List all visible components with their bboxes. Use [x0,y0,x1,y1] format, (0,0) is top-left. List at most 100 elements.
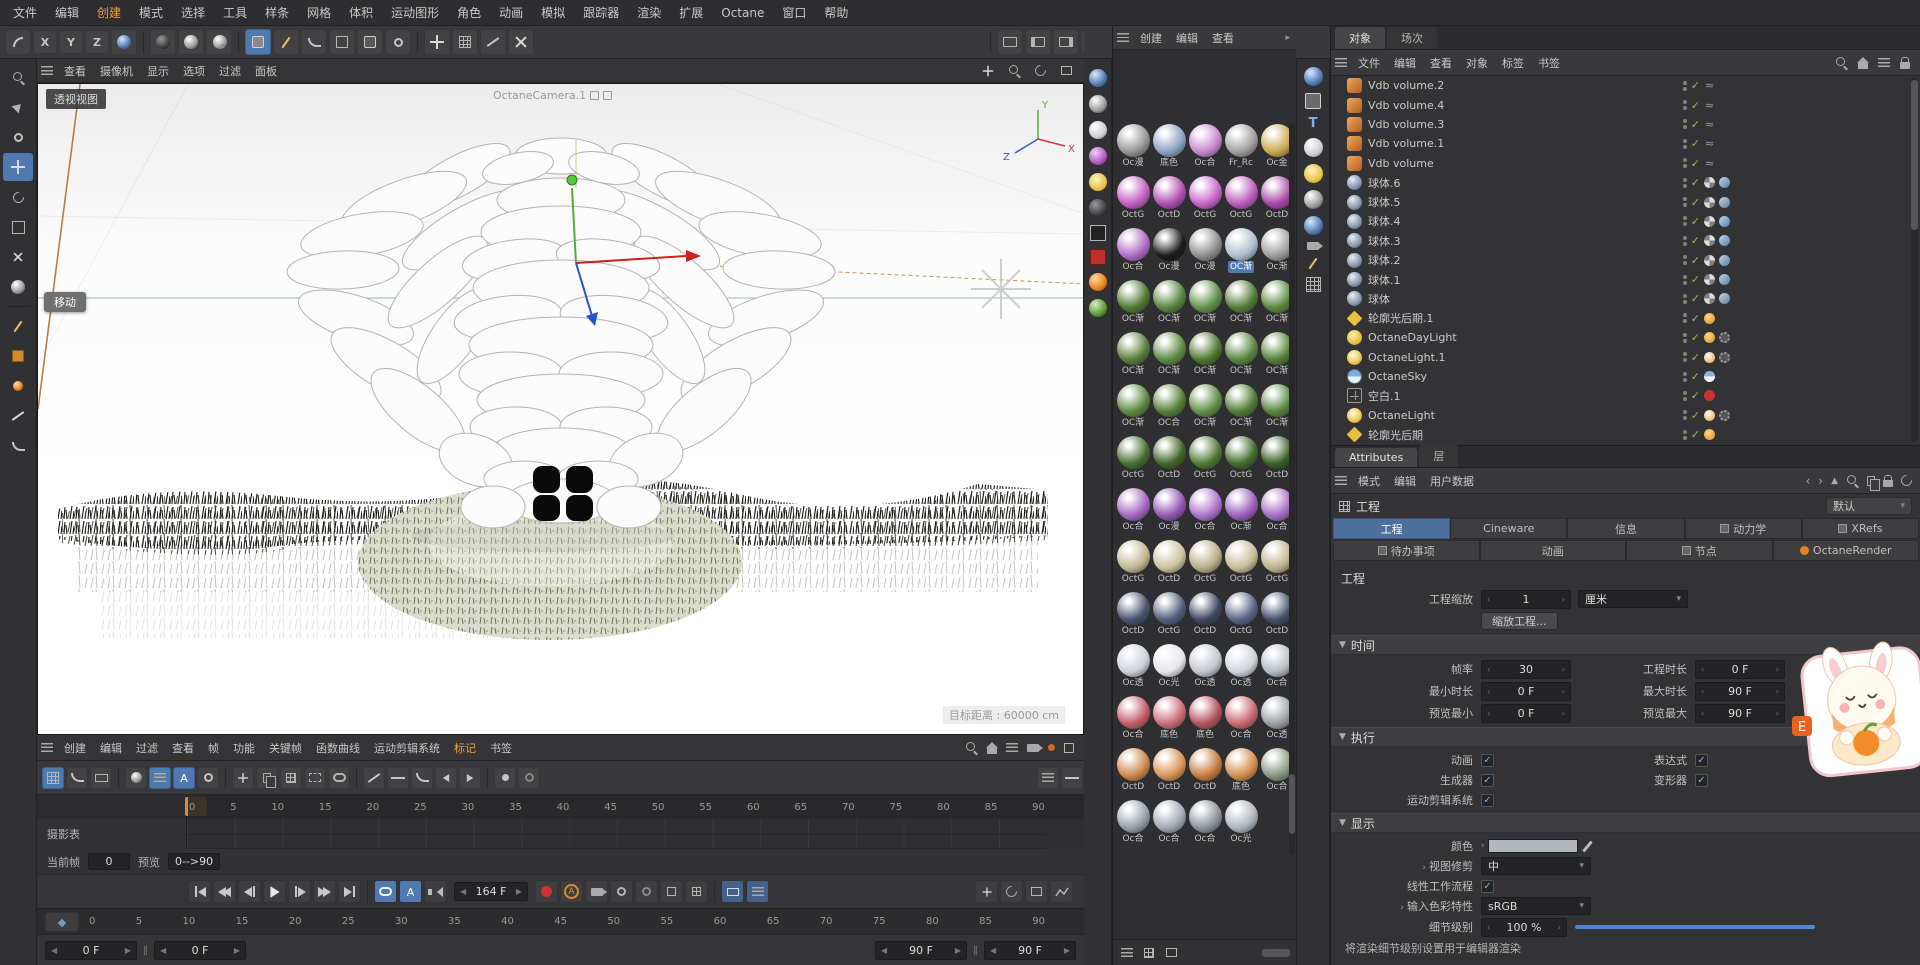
material-sphere[interactable] [1225,748,1258,781]
snap-keys-icon[interactable] [975,880,998,903]
object-name[interactable]: Vdb volume.4 [1368,99,1444,112]
menu-item[interactable]: 动画 [490,4,532,21]
om-menu-item[interactable]: 文件 [1351,55,1387,71]
select-tool-icon[interactable] [3,93,33,121]
duration-field[interactable]: ‹0 F› [1695,660,1785,679]
material-swatch[interactable]: OctG [1115,176,1151,224]
visibility-dots[interactable] [1683,333,1687,343]
deform-checkbox[interactable]: ✓ [1695,774,1708,787]
material-sphere[interactable] [1225,644,1258,677]
om-menu-item[interactable]: 编辑 [1387,55,1423,71]
timeline-ruler-icon[interactable] [1061,767,1083,789]
object-tag-2[interactable] [1719,352,1730,363]
preview-range-value[interactable]: 0-->90 [168,853,220,870]
hdri-object-icon[interactable] [1304,190,1323,209]
fit-view-icon[interactable] [1025,880,1048,903]
enable-check-icon[interactable]: ✓ [1691,235,1700,246]
sketch-tool-icon[interactable] [3,342,33,370]
enable-check-icon[interactable]: ✓ [1691,255,1700,266]
lod-slider[interactable] [1575,925,1815,929]
material-swatch[interactable]: OctD [1187,592,1223,640]
material-menu-more-icon[interactable]: ▸ [1285,33,1296,43]
material-swatch[interactable]: OC渐 [1115,332,1151,380]
visibility-dots[interactable] [1683,410,1687,420]
enable-check-icon[interactable]: ✓ [1691,332,1700,343]
material-sphere[interactable] [1117,332,1150,365]
material-swatch[interactable]: OC渐 [1223,280,1259,328]
object-tag-2[interactable] [1719,100,1730,111]
om-scrollbar[interactable] [1911,78,1918,442]
material-sphere[interactable] [1153,280,1186,313]
object-tag-1[interactable] [1704,352,1715,363]
material-menu-item[interactable]: 查看 [1205,30,1241,46]
viewport-menu-icon[interactable] [38,62,56,80]
material-swatch[interactable]: Oc合 [1187,800,1223,848]
material-swatch[interactable]: OC渐 [1223,384,1259,432]
diffuse-material-icon[interactable] [1089,95,1107,113]
object-tag-1[interactable] [1704,119,1715,130]
history-forward-icon[interactable]: › [1818,474,1823,488]
material-sphere[interactable] [1117,540,1150,573]
material-sphere[interactable] [1153,592,1186,625]
rotate-tool-icon[interactable] [3,183,33,211]
attribute-panel-tab[interactable]: 层 [1419,445,1458,467]
object-row[interactable]: 球体.1 ✓ [1331,270,1920,289]
attribute-tab[interactable]: 动力学 [1685,518,1802,539]
material-sphere[interactable] [1153,228,1186,261]
om-menu-item[interactable]: 对象 [1459,55,1495,71]
coordinate-system-button[interactable] [111,29,137,55]
menu-item[interactable]: 窗口 [773,4,815,21]
viewport-menu-item[interactable]: 选项 [176,63,212,79]
render-picture-viewer-button[interactable] [178,29,204,55]
camera-object-icon[interactable] [1307,242,1319,250]
viewport-menu-item[interactable]: 摄像机 [93,63,140,79]
keyframe-camera-button[interactable] [585,880,608,903]
object-row[interactable]: OctaneDayLight ✓ [1331,328,1920,347]
material-menu-item[interactable]: 编辑 [1169,30,1205,46]
material-sphere[interactable] [1189,696,1222,729]
dopesheet-view-icon[interactable] [42,767,64,789]
timeline-expand-icon[interactable] [1064,743,1074,753]
material-sphere[interactable] [1153,540,1186,573]
object-name[interactable]: Vdb volume.2 [1368,79,1444,92]
fcurve-view-icon[interactable] [66,767,88,789]
axis-lock-button[interactable]: Y [59,30,83,54]
camera-label[interactable]: OctaneCamera.1 [493,89,612,102]
pen-tool-icon[interactable] [3,312,33,340]
material-hscroll[interactable] [1262,949,1290,957]
timeline-record-icon[interactable] [1048,744,1055,751]
visibility-dots[interactable] [1683,255,1687,265]
object-row[interactable]: 轮廓光后期 ✓ [1331,425,1920,444]
attr-menu-item[interactable]: 编辑 [1387,473,1423,489]
clip-view-icon[interactable] [90,767,112,789]
visibility-dots[interactable] [1683,139,1687,149]
material-sphere[interactable] [1153,696,1186,729]
material-swatch[interactable]: Oc合 [1115,696,1151,744]
material-sphere[interactable] [1153,384,1186,417]
visibility-dots[interactable] [1683,119,1687,129]
enable-check-icon[interactable]: ✓ [1691,293,1700,304]
parent-up-icon[interactable]: ▲ [1831,476,1838,486]
object-tag-1[interactable] [1704,235,1715,246]
timeline-menu-item[interactable]: 标记 [447,740,483,756]
timeline-menu-item[interactable]: 编辑 [93,740,129,756]
material-swatch[interactable]: Oc漫 [1151,228,1187,276]
object-name[interactable]: OctaneLight.1 [1368,351,1445,364]
object-tag-2[interactable] [1719,216,1730,227]
material-swatch[interactable]: OC渐 [1187,280,1223,328]
material-sphere[interactable] [1153,644,1186,677]
object-tag-1[interactable] [1704,100,1715,111]
view-label[interactable]: 透视视图 [46,89,106,109]
menu-item[interactable]: 工具 [214,4,256,21]
material-sphere[interactable] [1189,592,1222,625]
attribute-tab[interactable]: 工程 [1333,518,1450,539]
layout-panel-1-button[interactable] [997,29,1023,55]
object-tag-2[interactable] [1719,158,1730,169]
attr-menu-icon[interactable] [1332,472,1350,490]
object-row[interactable]: 球体 ✓ [1331,289,1920,308]
object-row[interactable]: 球体.4 ✓ [1331,212,1920,231]
material-swatch[interactable]: OC渐 [1187,332,1223,380]
material-swatch[interactable]: 底色 [1151,696,1187,744]
object-tag-1[interactable] [1704,255,1715,266]
enable-check-icon[interactable]: ✓ [1691,138,1700,149]
